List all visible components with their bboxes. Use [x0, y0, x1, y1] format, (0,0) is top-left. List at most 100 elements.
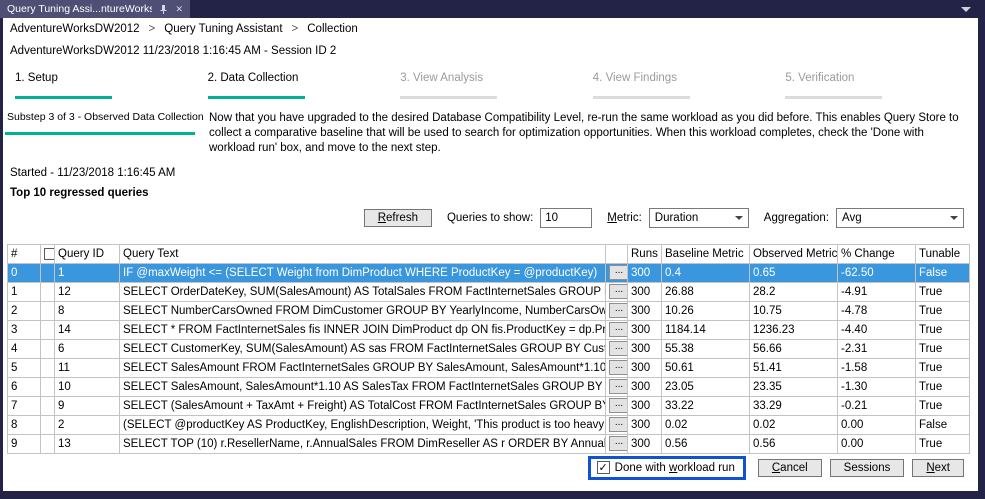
table-row[interactable]: 511SELECT SalesAmount FROM FactInternetS…: [8, 358, 970, 377]
observed-metric-cell: 51.41: [750, 358, 838, 377]
breadcrumb-database[interactable]: AdventureWorksDW2012: [10, 23, 140, 35]
query-text-expand-cell: ...: [606, 282, 628, 301]
row-select-cell: [41, 358, 55, 377]
step-underline: [208, 96, 305, 99]
tunable-cell: True: [916, 377, 970, 396]
col-header-index[interactable]: #: [8, 244, 41, 263]
pin-icon[interactable]: [159, 5, 168, 14]
qta-window: Query Tuning Assi...ntureWorksDW2012] ✕ …: [0, 0, 985, 499]
table-row[interactable]: 82(SELECT @productKey AS ProductKey, Eng…: [8, 415, 970, 434]
aggregation-label: Aggregation:: [764, 212, 829, 224]
query-text-expand-button[interactable]: ...: [609, 265, 628, 280]
tunable-cell: True: [916, 396, 970, 415]
query-id-cell: 10: [55, 377, 120, 396]
query-text-expand-cell: ...: [606, 377, 628, 396]
query-id-cell: 12: [55, 282, 120, 301]
table-row[interactable]: 913SELECT TOP (10) r.ResellerName, r.Ann…: [8, 434, 970, 453]
tunable-cell: True: [916, 320, 970, 339]
query-text-cell: SELECT OrderDateKey, SUM(SalesAmount) AS…: [120, 282, 606, 301]
query-text-expand-button[interactable]: ...: [609, 398, 628, 413]
chevron-down-icon: [735, 216, 743, 220]
row-select-cell: [41, 434, 55, 453]
query-text-expand-button[interactable]: ...: [609, 436, 628, 451]
table-row[interactable]: 112SELECT OrderDateKey, SUM(SalesAmount)…: [8, 282, 970, 301]
aggregation-dropdown[interactable]: Avg: [836, 208, 964, 228]
col-header-query-text[interactable]: Query Text: [120, 244, 606, 263]
tunable-cell: True: [916, 358, 970, 377]
col-header-observed[interactable]: Observed Metric: [750, 244, 838, 263]
col-header-query-id[interactable]: Query ID: [55, 244, 120, 263]
query-text-expand-button[interactable]: ...: [609, 322, 628, 337]
row-select-cell: [41, 377, 55, 396]
title-bar: Query Tuning Assi...ntureWorksDW2012] ✕: [0, 0, 985, 18]
query-text-expand-button[interactable]: ...: [609, 379, 628, 394]
query-text-expand-cell: ...: [606, 263, 628, 282]
section-title: Top 10 regressed queries: [10, 187, 978, 199]
percent-change-cell: -1.58: [838, 358, 916, 377]
runs-cell: 300: [628, 282, 662, 301]
row-select-cell: [41, 320, 55, 339]
query-text-cell: SELECT TOP (10) r.ResellerName, r.Annual…: [120, 434, 606, 453]
refresh-button[interactable]: Refresh: [364, 209, 432, 227]
runs-cell: 300: [628, 320, 662, 339]
document-tab[interactable]: Query Tuning Assi...ntureWorksDW2012] ✕: [0, 0, 190, 18]
row-select-cell: [41, 415, 55, 434]
query-text-expand-button[interactable]: ...: [609, 341, 628, 356]
breadcrumb-separator: >: [292, 23, 299, 35]
baseline-metric-cell: 0.56: [662, 434, 750, 453]
percent-change-cell: -1.30: [838, 377, 916, 396]
query-id-cell: 14: [55, 320, 120, 339]
cancel-button[interactable]: Cancel: [758, 459, 822, 477]
started-timestamp: Started - 11/23/2018 1:16:45 AM: [10, 167, 978, 179]
table-row[interactable]: 79SELECT (SalesAmount + TaxAmt + Freight…: [8, 396, 970, 415]
table-row[interactable]: 28SELECT NumberCarsOwned FROM DimCustome…: [8, 301, 970, 320]
query-text-cell: IF @maxWeight <= (SELECT Weight from Dim…: [120, 263, 606, 282]
close-icon[interactable]: ✕: [175, 5, 183, 14]
next-button[interactable]: Next: [912, 459, 964, 477]
tunable-cell: False: [916, 263, 970, 282]
col-header-tunable[interactable]: Tunable: [916, 244, 970, 263]
runs-cell: 300: [628, 339, 662, 358]
baseline-metric-cell: 55.38: [662, 339, 750, 358]
step-view-analysis: 3. View Analysis: [400, 72, 593, 99]
substep: Substep 3 of 3 - Observed Data Collectio…: [5, 111, 201, 157]
metric-dropdown[interactable]: Duration: [649, 208, 749, 228]
col-header-baseline[interactable]: Baseline Metric: [662, 244, 750, 263]
query-text-expand-button[interactable]: ...: [609, 303, 628, 318]
table-row[interactable]: 01IF @maxWeight <= (SELECT Weight from D…: [8, 263, 970, 282]
step-underline: [593, 96, 690, 99]
queries-to-show-input[interactable]: [540, 208, 592, 228]
col-header-change[interactable]: % Change: [838, 244, 916, 263]
table-header-row: # Query ID Query Text Runs Baseline Metr…: [8, 244, 970, 263]
table-row[interactable]: 314SELECT * FROM FactInternetSales fis I…: [8, 320, 970, 339]
baseline-metric-cell: 50.61: [662, 358, 750, 377]
col-header-expand: [606, 244, 628, 263]
row-index-cell: 8: [8, 415, 41, 434]
tunable-cell: True: [916, 301, 970, 320]
breadcrumb-assistant[interactable]: Query Tuning Assistant: [164, 23, 282, 35]
col-header-runs[interactable]: Runs: [628, 244, 662, 263]
chevron-down-icon: [950, 216, 958, 220]
col-header-select[interactable]: [41, 244, 55, 263]
query-text-expand-button[interactable]: ...: [609, 417, 628, 432]
breadcrumb-collection[interactable]: Collection: [307, 23, 358, 35]
step-label: 5. Verification: [785, 72, 978, 84]
percent-change-cell: -4.40: [838, 320, 916, 339]
percent-change-cell: 0.00: [838, 434, 916, 453]
observed-metric-cell: 0.56: [750, 434, 838, 453]
query-text-cell: SELECT CustomerKey, SUM(SalesAmount) AS …: [120, 339, 606, 358]
baseline-metric-cell: 10.26: [662, 301, 750, 320]
done-with-workload-run[interactable]: ✓ Done with workload run: [588, 456, 746, 480]
done-checkbox[interactable]: ✓: [597, 461, 610, 474]
table-row[interactable]: 610SELECT SalesAmount, SalesAmount*1.10 …: [8, 377, 970, 396]
step-underline: [400, 96, 497, 99]
sessions-button[interactable]: Sessions: [830, 459, 905, 477]
query-text-expand-button[interactable]: ...: [609, 284, 628, 299]
observed-metric-cell: 28.2: [750, 282, 838, 301]
select-all-checkbox[interactable]: [44, 248, 55, 260]
baseline-metric-cell: 33.22: [662, 396, 750, 415]
row-select-cell: [41, 339, 55, 358]
table-row[interactable]: 46SELECT CustomerKey, SUM(SalesAmount) A…: [8, 339, 970, 358]
query-text-expand-button[interactable]: ...: [609, 360, 628, 375]
window-menu[interactable]: [961, 0, 985, 18]
